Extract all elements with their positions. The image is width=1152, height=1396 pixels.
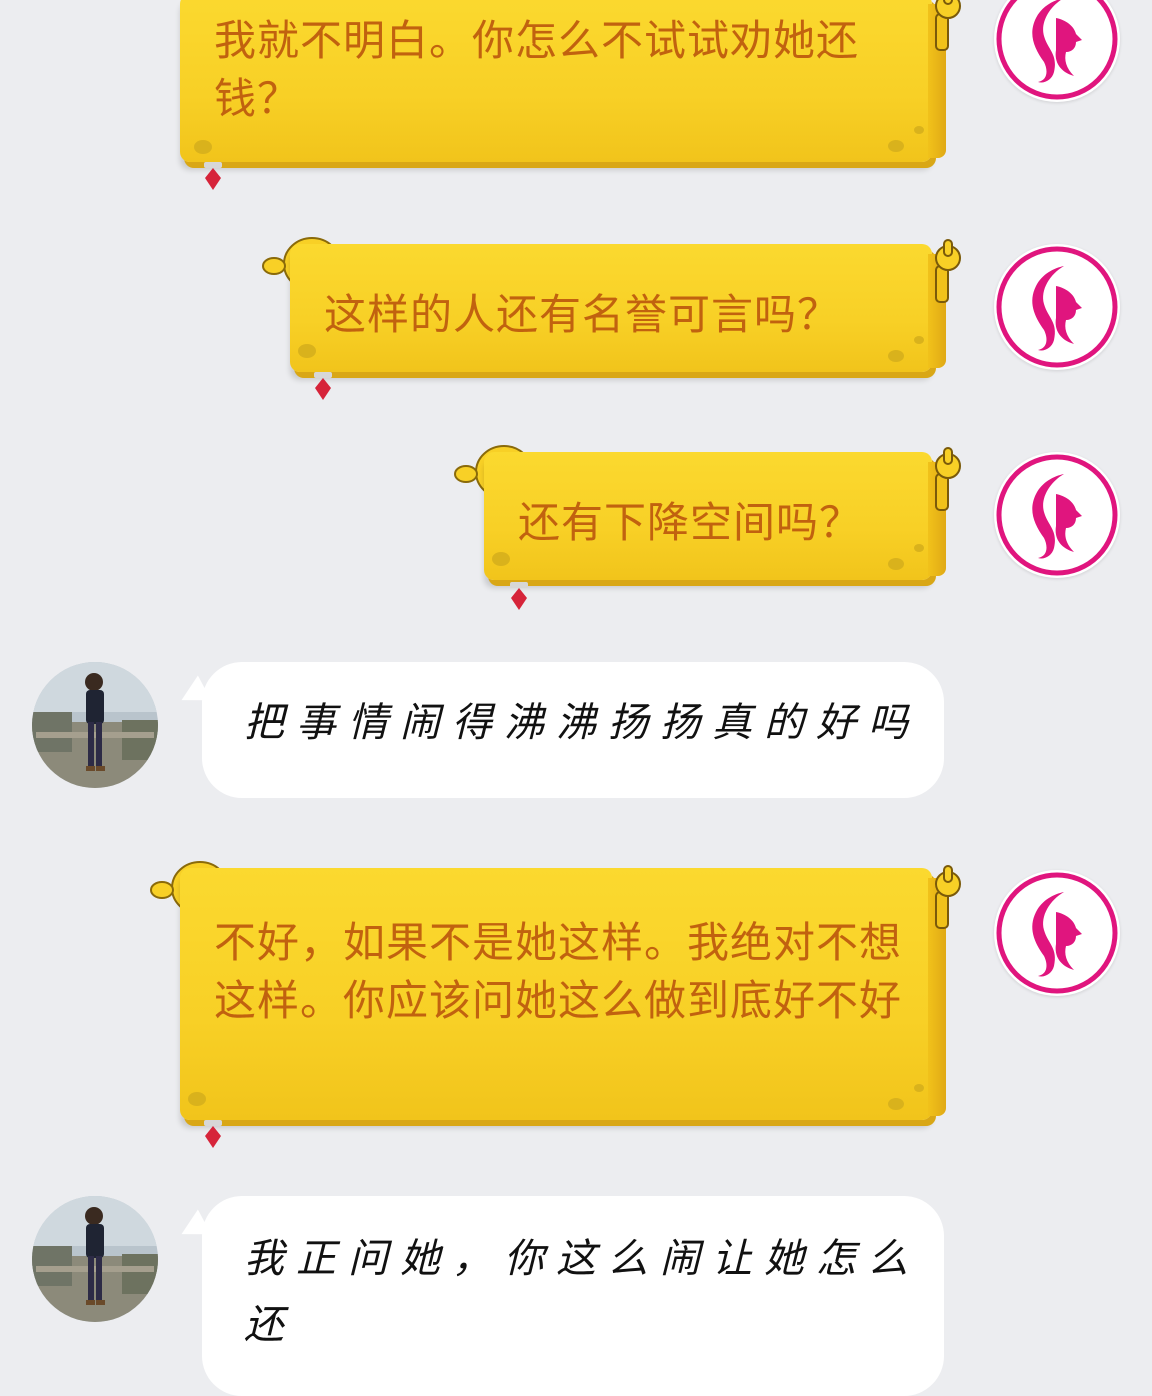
message-text: 把事情闹得沸沸扬扬真的好吗: [244, 700, 920, 746]
woman-silhouette-icon: [996, 454, 1118, 576]
thumbs-up-sticker-icon: [935, 0, 961, 51]
brand-avatar[interactable]: [994, 870, 1120, 996]
chat-thread: 我就不明白。你怎么不试试劝她还钱？ 这样的人还有名誉可言吗？ 还有下降空间吗？ …: [0, 0, 1152, 1396]
message-bubble-incoming[interactable]: 把事情闹得沸沸扬扬真的好吗: [174, 662, 944, 798]
tassel-icon: [204, 1120, 222, 1148]
message-text: 还有下降空间吗？: [518, 498, 863, 547]
person-photo: [32, 1196, 158, 1322]
user-avatar[interactable]: [32, 1196, 158, 1322]
tassel-icon: [204, 162, 222, 190]
message-text: 不好，如果不是她这样。我绝对不想这样。你应该问她这么做到底好不好: [214, 918, 903, 1025]
brand-avatar[interactable]: [994, 244, 1120, 370]
woman-silhouette-icon: [996, 872, 1118, 994]
thumbs-up-sticker-icon: [935, 865, 961, 929]
message-text: 我正问她，你这么闹让她怎么还: [244, 1236, 920, 1348]
tassel-icon: [314, 372, 332, 400]
brand-avatar[interactable]: [994, 452, 1120, 578]
tassel-icon: [510, 582, 528, 610]
message-bubble-outgoing[interactable]: 这样的人还有名誉可言吗？: [290, 244, 946, 372]
message-bubble-incoming[interactable]: 我正问她，你这么闹让她怎么还: [174, 1196, 944, 1396]
message-bubble-outgoing[interactable]: 不好，如果不是她这样。我绝对不想这样。你应该问她这么做到底好不好: [180, 868, 946, 1120]
message-bubble-outgoing[interactable]: 还有下降空间吗？: [484, 452, 946, 580]
message-text: 我就不明白。你怎么不试试劝她还钱？: [214, 16, 860, 123]
thumbs-up-sticker-icon: [935, 447, 961, 511]
message-text: 这样的人还有名誉可言吗？: [324, 290, 841, 339]
thumbs-up-sticker-icon: [935, 239, 961, 303]
user-avatar[interactable]: [32, 662, 158, 788]
message-bubble-outgoing[interactable]: 我就不明白。你怎么不试试劝她还钱？: [180, 0, 946, 162]
woman-silhouette-icon: [996, 0, 1118, 100]
person-photo: [32, 662, 158, 788]
brand-avatar[interactable]: [994, 0, 1120, 102]
woman-silhouette-icon: [996, 246, 1118, 368]
